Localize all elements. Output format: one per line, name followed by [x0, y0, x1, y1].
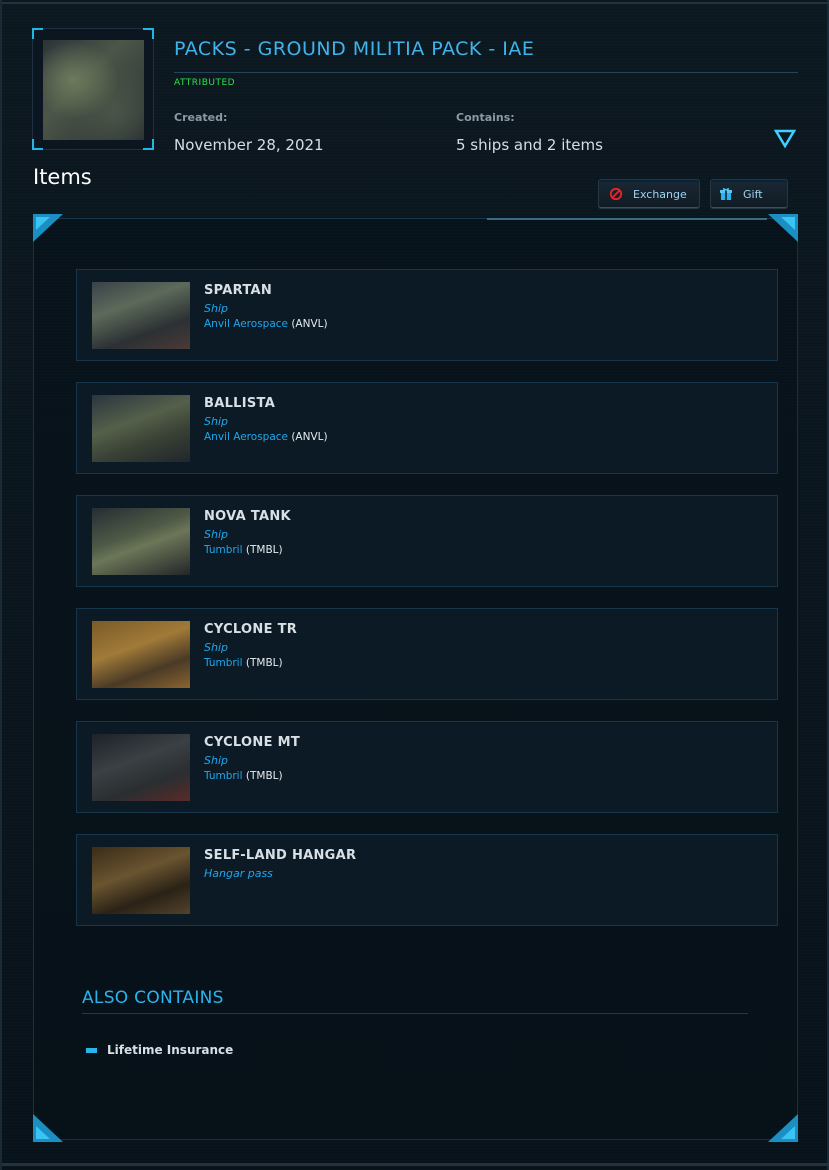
manufacturer-name: Tumbril [204, 770, 243, 782]
item-name: CYCLONE MT [204, 735, 300, 750]
item-card[interactable]: SELF-LAND HANGAR Hangar pass [76, 834, 778, 926]
item-type: Ship [204, 528, 228, 541]
exchange-label: Exchange [633, 187, 687, 201]
item-name: SELF-LAND HANGAR [204, 848, 357, 863]
manufacturer-code: (ANVL) [288, 318, 328, 330]
also-contains-divider [82, 1013, 748, 1014]
panel-top-highlight [487, 218, 767, 220]
pack-title: PACKS - GROUND MILITIA PACK - IAE [174, 38, 535, 60]
also-contains-entry: Lifetime Insurance [107, 1043, 234, 1057]
item-thumbnail [92, 734, 190, 801]
item-thumbnail [92, 282, 190, 349]
created-value: November 28, 2021 [174, 136, 324, 154]
item-card[interactable]: CYCLONE MT Ship Tumbril (TMBL) [76, 721, 778, 813]
panel-corner-decoration [33, 214, 63, 242]
pack-thumbnail-frame[interactable] [32, 28, 154, 150]
item-card[interactable]: CYCLONE TR Ship Tumbril (TMBL) [76, 608, 778, 700]
contains-label: Contains: [456, 111, 515, 124]
item-type: Ship [204, 754, 228, 767]
manufacturer-code: (TMBL) [242, 544, 283, 556]
item-card[interactable]: SPARTAN Ship Anvil Aerospace (ANVL) [76, 269, 778, 361]
item-card[interactable]: NOVA TANK Ship Tumbril (TMBL) [76, 495, 778, 587]
frame-corner [143, 28, 154, 39]
item-name: CYCLONE TR [204, 622, 298, 637]
items-heading: Items [33, 165, 92, 189]
also-contains-heading: ALSO CONTAINS [82, 988, 224, 1008]
item-manufacturer: Anvil Aerospace (ANVL) [204, 318, 328, 330]
item-type: Ship [204, 302, 228, 315]
created-label: Created: [174, 111, 228, 124]
item-manufacturer: Anvil Aerospace (ANVL) [204, 431, 328, 443]
item-thumbnail [92, 621, 190, 688]
manufacturer-name: Tumbril [204, 657, 243, 669]
gift-button[interactable]: Gift [710, 179, 788, 209]
frame-corner [32, 28, 43, 39]
panel-corner-decoration [768, 214, 798, 242]
bottom-divider [2, 1163, 829, 1166]
item-manufacturer: Tumbril (TMBL) [204, 770, 283, 782]
gift-icon [720, 188, 732, 200]
item-type: Hangar pass [204, 867, 273, 880]
item-name: BALLISTA [204, 396, 276, 411]
item-type: Ship [204, 415, 228, 428]
gift-label: Gift [743, 187, 763, 201]
prohibited-icon [609, 187, 623, 201]
item-name: NOVA TANK [204, 509, 291, 524]
status-badge: ATTRIBUTED [174, 78, 236, 88]
manufacturer-code: (TMBL) [242, 770, 283, 782]
item-thumbnail [92, 395, 190, 462]
frame-corner [143, 139, 154, 150]
title-divider [174, 72, 798, 73]
manufacturer-name: Anvil Aerospace [204, 318, 288, 330]
item-thumbnail [92, 847, 190, 914]
item-type: Ship [204, 641, 228, 654]
item-manufacturer: Tumbril (TMBL) [204, 544, 283, 556]
top-divider [2, 2, 829, 4]
contains-value: 5 ships and 2 items [456, 136, 603, 154]
item-thumbnail [92, 508, 190, 575]
item-card[interactable]: BALLISTA Ship Anvil Aerospace (ANVL) [76, 382, 778, 474]
item-name: SPARTAN [204, 283, 273, 298]
manufacturer-code: (ANVL) [288, 431, 328, 443]
manufacturer-name: Tumbril [204, 544, 243, 556]
panel-corner-decoration [768, 1114, 798, 1142]
pledge-page: PACKS - GROUND MILITIA PACK - IAE ATTRIB… [0, 0, 829, 1170]
panel-corner-decoration [33, 1114, 63, 1142]
pack-thumbnail-image [43, 40, 144, 140]
frame-corner [32, 139, 43, 150]
manufacturer-code: (TMBL) [242, 657, 283, 669]
bullet-icon [86, 1048, 97, 1053]
exchange-button[interactable]: Exchange [598, 179, 700, 209]
item-manufacturer: Tumbril (TMBL) [204, 657, 283, 669]
manufacturer-name: Anvil Aerospace [204, 431, 288, 443]
expand-triangle-icon[interactable] [774, 129, 796, 149]
